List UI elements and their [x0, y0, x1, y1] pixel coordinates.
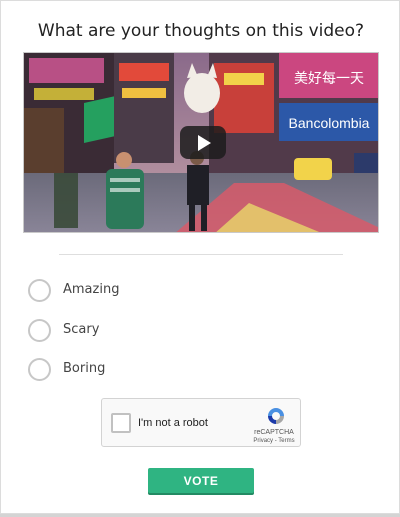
poll-question: What are your thoughts on this video?	[37, 21, 365, 41]
recaptcha-links[interactable]: Privacy - Terms	[248, 438, 300, 444]
poll-card: What are your thoughts on this video? Ba…	[0, 0, 400, 514]
radio-button[interactable]	[28, 279, 51, 302]
option-boring[interactable]: Boring	[28, 358, 278, 382]
video-player[interactable]: Bancolombia 美好每一天	[23, 52, 379, 233]
play-button[interactable]	[180, 126, 226, 159]
radio-button[interactable]	[28, 319, 51, 342]
option-label: Boring	[63, 361, 106, 376]
recaptcha-brand: reCAPTCHA	[254, 429, 294, 436]
divider	[59, 254, 343, 255]
vote-button[interactable]: VOTE	[148, 468, 254, 493]
billboard-text: Bancolombia	[289, 115, 370, 131]
billboard-cjk-text: 美好每一天	[294, 71, 364, 87]
recaptcha-checkbox[interactable]	[111, 413, 131, 433]
recaptcha-widget: I'm not a robot reCAPTCHA Privacy - Term…	[101, 398, 301, 447]
option-label: Scary	[63, 322, 100, 337]
option-amazing[interactable]: Amazing	[28, 279, 278, 303]
recaptcha-label: I'm not a robot	[138, 417, 208, 429]
radio-button[interactable]	[28, 358, 51, 381]
recaptcha-logo-icon	[268, 408, 284, 424]
option-label: Amazing	[63, 282, 120, 297]
option-scary[interactable]: Scary	[28, 319, 278, 343]
